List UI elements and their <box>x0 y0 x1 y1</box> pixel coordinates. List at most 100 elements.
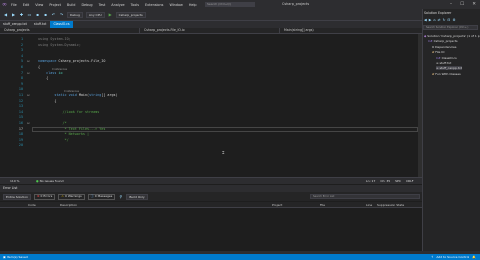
column-header-code[interactable]: Code <box>28 202 36 208</box>
error-icon: ⊗ <box>37 194 40 198</box>
codelens-references[interactable]: 0 references <box>64 90 79 93</box>
error-list-column-headers: Code Description Project File Line Suppressio… <box>0 202 422 208</box>
refresh-icon[interactable]: ↻ <box>443 18 446 22</box>
source-control-label: Add to Source Control <box>436 255 470 259</box>
line-ending-indicator[interactable]: CRLF <box>406 179 414 183</box>
code-line[interactable]: using System.Dynamic; <box>38 43 81 47</box>
line-number: 17 <box>18 126 23 131</box>
line-number: 8 <box>20 76 23 81</box>
line-number: 10 <box>18 87 23 92</box>
build-filter-dropdown[interactable]: Build Only <box>126 193 148 200</box>
filter-icon[interactable]: ⚲ <box>118 194 123 199</box>
solution-tree-label: File IO <box>435 50 445 55</box>
solution-tree-label: Solution 'Csharp_projects' (1 of 1 proje… <box>427 34 480 38</box>
source-control-button[interactable]: ↑ Add to Source Control 🔔 <box>431 254 476 260</box>
issues-indicator[interactable]: ● No issues found <box>36 179 63 183</box>
errors-count: 0 Errors <box>40 194 53 198</box>
code-line[interactable]: namespace Csharp_projects.File_IO <box>38 59 105 63</box>
solution-tree-label: Dependencies <box>435 44 457 49</box>
properties-icon[interactable]: ⚙ <box>452 18 455 22</box>
code-line[interactable]: * Text Files---> Yes <box>38 127 106 131</box>
column-header-description[interactable]: Description <box>60 202 77 208</box>
solution-tree-item[interactable]: ◆ Solution 'Csharp_projects' (1 of 1 pro… <box>424 34 480 38</box>
code-area[interactable]: 1 using System.IO; 2 using System.Dynamic; 3… <box>0 0 418 177</box>
solution-tree-item[interactable]: C# ClassIO.cs <box>436 56 457 60</box>
line-number: 19 <box>18 137 23 142</box>
info-icon: ⓘ <box>90 194 94 198</box>
forward-icon[interactable]: ▶ <box>429 18 432 22</box>
column-header-project[interactable]: Project <box>272 202 282 208</box>
collapse-all-icon[interactable]: ⊟ <box>448 18 451 22</box>
maximize-icon[interactable]: ☐ <box>460 2 464 7</box>
code-line[interactable]: { <box>38 99 56 103</box>
solution-tree-item[interactable]: ≡ stuff_cenpp.txt <box>436 66 462 71</box>
code-line[interactable]: { <box>38 65 40 69</box>
error-list-search[interactable]: Search Error List <box>310 194 420 199</box>
line-number: 6 <box>20 65 23 69</box>
warnings-count: 0 Warnings <box>64 194 82 198</box>
line-number: 7 <box>20 70 23 75</box>
notifications-icon[interactable]: 🔔 <box>472 255 476 259</box>
code-line[interactable]: using System.IO; <box>38 37 71 41</box>
solution-tree-label: ClassIO.cs <box>441 55 457 60</box>
line-number: 15 <box>18 115 23 120</box>
column-indicator: Ch: 35 <box>380 179 391 183</box>
caret-position: Ln: 17 Ch: 35 SPC CRLF <box>366 179 414 183</box>
code-line[interactable]: //Look for streams <box>38 110 99 114</box>
warnings-filter-button[interactable]: ⚠ 0 Warnings <box>58 193 85 200</box>
code-line[interactable]: { <box>38 76 48 80</box>
column-header-file[interactable]: File <box>320 202 325 208</box>
solution-explorer-toolbar: ◀ ▶ ⌂ ⇄ ↻ ⊟ ⚙ <box>424 17 456 22</box>
messages-count: 0 Messages <box>94 194 113 198</box>
solution-explorer-title: Solution Explorer <box>424 11 452 15</box>
code-line[interactable]: */ <box>38 138 69 142</box>
code-line[interactable]: static void Main(string[] args) <box>38 93 117 97</box>
sync-icon[interactable]: ⇄ <box>438 18 441 22</box>
solution-tree-item[interactable]: ≡ stuff.txt <box>436 61 451 65</box>
whitespace-indicator[interactable]: SPC <box>395 179 401 183</box>
line-number: 13 <box>18 104 23 109</box>
collapse-icon[interactable]: ⊟ <box>27 71 30 75</box>
collapse-icon[interactable]: ⊟ <box>27 93 30 97</box>
collapse-icon[interactable]: ⊟ <box>27 59 30 63</box>
zoom-level[interactable]: 110 % <box>10 179 20 183</box>
line-number: 2 <box>20 42 23 47</box>
line-number: 11 <box>18 93 23 97</box>
solution-tree-label: Csharp_projects <box>433 39 458 44</box>
line-number: 20 <box>18 143 23 148</box>
text-cursor-icon: ⌶ <box>222 150 225 155</box>
status-message: Item(s) Saved <box>6 255 28 259</box>
line-number: 14 <box>18 109 23 114</box>
solution-explorer-search[interactable]: Search Solution Explorer (Ctrl+;) <box>423 25 478 30</box>
scope-dropdown[interactable]: Entire Solution <box>3 193 31 200</box>
error-list-title: Error List <box>0 185 422 192</box>
column-header-line[interactable]: Line <box>366 202 372 208</box>
codelens-references[interactable]: 0 references <box>52 68 67 71</box>
solution-tree-label: stuff_cenpp.txt <box>439 66 462 71</box>
close-icon[interactable]: ✕ <box>472 2 476 7</box>
code-line[interactable]: /* <box>38 121 66 125</box>
line-number: 12 <box>18 98 23 103</box>
back-icon[interactable]: ◀ <box>424 18 427 22</box>
home-icon[interactable]: ⌂ <box>433 18 435 22</box>
errors-filter-button[interactable]: ⊗ 0 Errors <box>34 193 56 200</box>
solution-tree-item[interactable]: ▰ File IO <box>432 50 445 54</box>
warning-icon: ⚠ <box>61 194 64 198</box>
solution-tree-label: Fun With Classes <box>435 71 461 76</box>
solution-tree-item[interactable]: C# Csharp_projects <box>428 39 458 43</box>
solution-tree-item[interactable]: ▰ Fun With Classes <box>432 72 461 76</box>
code-line[interactable]: class io <box>38 71 62 75</box>
line-number: 4 <box>20 53 23 58</box>
line-number: 18 <box>18 132 23 137</box>
messages-filter-button[interactable]: ⓘ 0 Messages <box>87 193 116 200</box>
status-left: ▣ Item(s) Saved <box>3 254 28 260</box>
arrow-up-icon: ↑ <box>430 255 434 259</box>
minimize-icon[interactable]: – <box>450 2 452 7</box>
check-circle-icon: ● <box>36 179 39 183</box>
line-number: 3 <box>20 48 23 53</box>
issues-label: No issues found <box>39 179 64 183</box>
column-header-suppression-state[interactable]: Suppression State <box>377 202 404 208</box>
collapse-icon[interactable]: ⊟ <box>27 121 30 125</box>
solution-tree-item[interactable]: ⧉ Dependencies <box>432 45 456 49</box>
code-line[interactable]: * Networks | <box>38 132 90 136</box>
